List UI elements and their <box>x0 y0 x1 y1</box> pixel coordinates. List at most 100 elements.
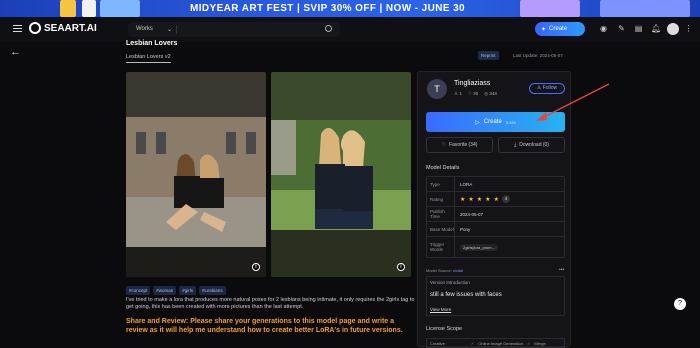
tag-chip[interactable]: #Lesbians <box>199 286 226 295</box>
banner-decoration <box>100 0 140 17</box>
star-icon: ★ <box>476 196 483 203</box>
license-item: Merge <box>534 340 546 346</box>
details-row: Rating ★ ★ ★ ★ ★ 4 <box>427 192 564 207</box>
details-key: Rating <box>427 192 455 206</box>
tag-chip[interactable]: #concept <box>126 286 151 295</box>
page-title: Lesbian Lovers <box>126 40 178 47</box>
model-source: Model Source: civitai <box>426 268 463 273</box>
search-category-select[interactable]: Works ⌄ <box>128 26 176 33</box>
chevron-down-icon: ⌄ <box>166 27 172 33</box>
star-icon: ★ <box>493 196 499 203</box>
favorite-button[interactable]: ♡ Favorite (34) <box>426 137 493 153</box>
site-logo[interactable]: SEAART.AI <box>29 22 97 34</box>
tag-chip[interactable]: #girls <box>179 286 197 295</box>
details-value: 2024-05-07 <box>460 211 484 217</box>
tag-list: #concept #woman #girls #Lesbians <box>126 286 226 295</box>
details-row: Publish Time 2024-05-07 <box>427 207 564 222</box>
version-intro-text: still a few issues with faces <box>430 292 502 298</box>
header-create-button[interactable]: ✦ Create <box>535 22 585 36</box>
banner-text: MIDYEAR ART FEST | SVIP 30% OFF | NOW - … <box>190 3 465 14</box>
help-icon[interactable]: ? <box>674 298 686 310</box>
more-horizontal-icon[interactable]: ••• <box>559 267 564 273</box>
view-more-link[interactable]: View More <box>430 307 451 312</box>
download-label: Download (0) <box>519 142 549 148</box>
pen-icon[interactable]: ✎ <box>617 24 626 33</box>
star-icon: ★ <box>460 196 466 203</box>
model-details-heading: Model Details <box>426 165 460 171</box>
download-button[interactable]: ⤓ Download (0) <box>498 137 565 153</box>
tag-chip[interactable]: #woman <box>153 286 177 295</box>
details-row: Type LORA <box>427 177 564 192</box>
model-source-label: Model Source: <box>426 268 452 273</box>
details-key: Base Model <box>427 222 455 236</box>
discord-icon[interactable]: ◉ <box>599 24 608 33</box>
info-icon[interactable]: i <box>252 263 260 271</box>
banner-decoration <box>600 0 690 17</box>
details-key: Type <box>427 177 455 191</box>
search-divider <box>176 25 177 34</box>
author-stat-likes: ♡ 36 <box>468 91 478 97</box>
tab-version[interactable]: Lesbian Lovers v2 <box>126 54 171 63</box>
banner-decoration <box>520 0 580 17</box>
author-stat-value: 36 <box>473 91 479 96</box>
logo-text: SEAART.AI <box>44 22 97 34</box>
details-row: Trigger Words 2girls|lora_prom... <box>427 237 564 257</box>
header-create-label: Create <box>549 26 568 32</box>
create-cost: 5.480 <box>505 119 516 125</box>
search-bar[interactable]: Works ⌄ <box>128 22 340 37</box>
author-stats: ♙ 1 ♡ 36 ◎ 348 <box>454 91 497 97</box>
top-navbar: SEAART.AI Works ⌄ ✦ Create ◉ ✎ ▤ 🔔︎ ⋮ <box>0 17 700 42</box>
license-item: Online Image Generation <box>478 340 523 346</box>
details-key: Trigger Words <box>427 237 455 257</box>
notification-bell-icon[interactable]: 🔔︎ <box>651 24 661 33</box>
user-icon: ♙ <box>454 91 459 96</box>
last-update: Last Update: 2024-05-07 <box>513 53 563 58</box>
author-name[interactable]: Tingliaziass <box>454 80 490 87</box>
follow-button[interactable]: ♙ Follow <box>529 83 565 94</box>
logo-mark-icon <box>29 22 41 34</box>
details-row: Base Model Pony <box>427 222 564 237</box>
license-row-label: Creative <box>430 340 445 346</box>
star-icon: ★ <box>485 196 491 203</box>
details-value: Pony <box>460 226 471 232</box>
trigger-word-chip[interactable]: 2girls|lora_prom... <box>460 243 498 251</box>
favorite-label: Favorite (34) <box>449 142 478 148</box>
rating-stars: ★ ★ ★ ★ ★ 4 <box>455 195 510 203</box>
model-source-link[interactable]: civitai <box>453 268 463 273</box>
avatar[interactable] <box>667 23 679 35</box>
search-icon[interactable] <box>325 25 332 32</box>
create-button[interactable]: ▷ Create 5.480 <box>426 112 565 132</box>
banner-decoration <box>60 0 76 17</box>
check-icon: ✓ <box>526 340 531 346</box>
menu-icon[interactable] <box>13 25 22 32</box>
info-icon[interactable]: i <box>397 263 405 271</box>
layers-icon[interactable]: ▤ <box>634 24 643 33</box>
preview-image-2[interactable]: i <box>271 72 411 277</box>
create-label: Create <box>483 119 502 125</box>
trigger-words: 2girls|lora_prom... <box>455 243 498 251</box>
plus-icon: ✦ <box>541 26 547 33</box>
author-avatar[interactable]: T <box>427 79 447 99</box>
more-vertical-icon[interactable]: ⋮ <box>684 24 693 33</box>
details-key: Publish Time <box>427 207 455 221</box>
search-category-label: Works <box>136 26 153 32</box>
author-stat-value: 1 <box>459 91 462 96</box>
check-icon: ✓ <box>470 340 475 346</box>
reprint-badge: Reprint <box>478 51 499 60</box>
model-description: I've tried to make a lora that produces … <box>126 297 415 311</box>
heart-icon: ♡ <box>467 91 472 96</box>
version-introduction: Version Introduction still a few issues … <box>426 276 565 316</box>
author-stat-followers: ♙ 1 <box>454 91 462 97</box>
back-arrow-icon[interactable]: ← <box>10 46 21 58</box>
play-icon: ▷ <box>475 119 480 126</box>
rating-value: 4 <box>501 195 510 203</box>
preview-image-1-art <box>126 72 266 277</box>
promo-banner[interactable]: MIDYEAR ART FEST | SVIP 30% OFF | NOW - … <box>0 0 700 17</box>
author-stat-value: 348 <box>489 91 497 96</box>
author-stat-views: ◎ 348 <box>484 91 497 97</box>
preview-image-2-art <box>271 72 411 277</box>
eye-icon: ◎ <box>484 91 489 96</box>
heart-icon: ♡ <box>441 142 447 148</box>
preview-image-1[interactable]: i <box>126 72 266 277</box>
model-side-panel: T Tingliaziass ♙ 1 ♡ 36 ◎ 348 ♙ Follow ▷… <box>417 71 571 348</box>
